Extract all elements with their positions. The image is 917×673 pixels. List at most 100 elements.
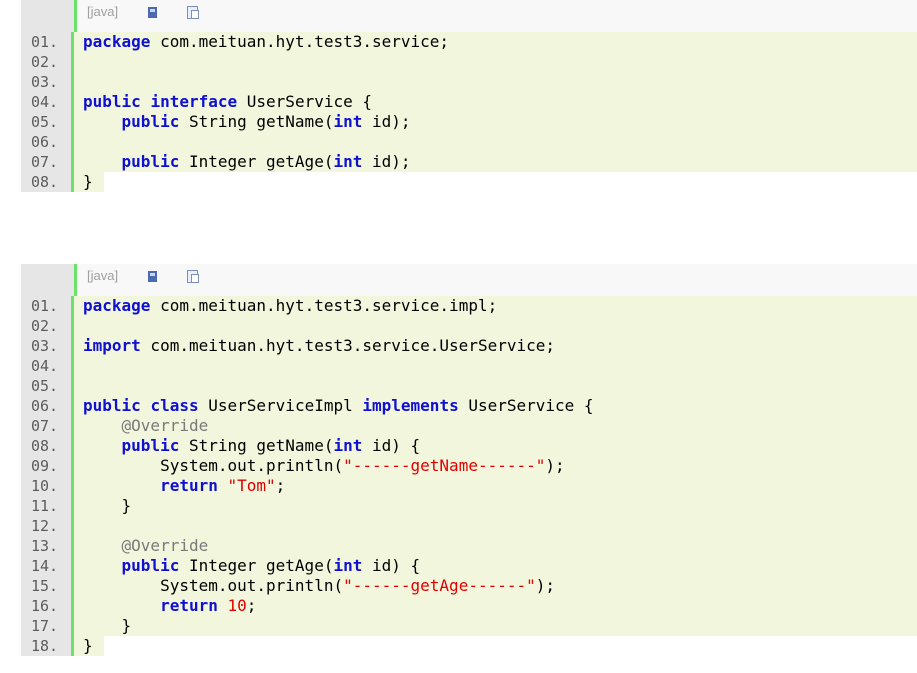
- copy-icon[interactable]: [187, 6, 199, 19]
- code-text: public Integer getAge(int id) {: [74, 556, 917, 576]
- code-token-plain: Integer getAge(: [179, 152, 334, 171]
- line-number: 08.: [21, 436, 74, 456]
- line-number: 07.: [21, 152, 74, 172]
- code-line: 03.: [21, 72, 917, 92]
- code-line: 03. import com.meituan.hyt.test3.service.…: [21, 336, 917, 356]
- language-label: [java]: [87, 268, 119, 283]
- code-token-keyword: public: [121, 556, 180, 575]
- code-token-plain: id) {: [362, 436, 421, 455]
- code-token-keyword: int: [333, 556, 363, 575]
- code-token-plain: UserServiceImpl: [198, 396, 363, 415]
- code-line: 13. @Override: [21, 536, 917, 556]
- copy-icon[interactable]: [187, 270, 199, 283]
- code-line: 16. return 10;: [21, 596, 917, 616]
- code-text: public interface UserService {: [74, 92, 917, 112]
- code-token-string: "Tom": [227, 476, 276, 495]
- code-token-keyword: return: [160, 596, 218, 615]
- line-number: 13.: [21, 536, 74, 556]
- code-token-plain: com.meituan.hyt.test3.service.impl;: [150, 296, 498, 315]
- code-text: [74, 516, 917, 536]
- line-number: 11.: [21, 496, 74, 516]
- code-token-plain: }: [83, 172, 93, 191]
- code-token-plain: id);: [362, 152, 411, 171]
- line-number: 01.: [21, 296, 74, 316]
- code-text: public class UserServiceImpl implements …: [74, 396, 917, 416]
- code-token-plain: String getName(: [179, 112, 334, 131]
- code-token-keyword: implements: [362, 396, 459, 415]
- code-snippet-user-service: [java] 01. package com.meituan.hyt.test3.…: [21, 0, 917, 192]
- code-line: 11. }: [21, 496, 917, 516]
- line-number: 12.: [21, 516, 74, 536]
- code-token-keyword: int: [333, 436, 363, 455]
- code-token-plain: Integer getAge(: [179, 556, 334, 575]
- code-token-plain: com.meituan.hyt.test3.service;: [150, 32, 450, 51]
- code-line: 17. }: [21, 616, 917, 636]
- code-line: 12.: [21, 516, 917, 536]
- code-line: 07. public Integer getAge(int id);: [21, 152, 917, 172]
- code-token-plain: ;: [246, 596, 257, 615]
- code-line: 02.: [21, 52, 917, 72]
- code-text: }: [74, 172, 917, 192]
- code-token-keyword: package: [83, 296, 151, 315]
- code-line: 06.: [21, 132, 917, 152]
- code-text: [74, 316, 917, 336]
- view-source-icon[interactable]: [148, 7, 157, 18]
- line-number: 09.: [21, 456, 74, 476]
- code-text: [74, 376, 917, 396]
- line-number: 10.: [21, 476, 74, 496]
- view-source-icon[interactable]: [148, 271, 157, 282]
- code-line: 08. public String getName(int id) {: [21, 436, 917, 456]
- line-number: 15.: [21, 576, 74, 596]
- code-token-keyword: package: [83, 32, 151, 51]
- line-number: 07.: [21, 416, 74, 436]
- code-token-plain: }: [83, 616, 132, 635]
- code-text: }: [74, 636, 917, 656]
- code-text: }: [74, 496, 917, 516]
- code-token-keyword: int: [333, 152, 363, 171]
- code-token-plain: );: [545, 456, 565, 475]
- code-text: [74, 72, 917, 92]
- code-line: 05.: [21, 376, 917, 396]
- line-number: 16.: [21, 596, 74, 616]
- code-line: 08.}: [21, 172, 917, 192]
- code-text: System.out.println("------getAge------")…: [74, 576, 917, 596]
- code-token-plain: System.out.println(: [83, 576, 344, 595]
- code-token-keyword: public: [83, 92, 141, 111]
- code-line: 15. System.out.println("------getAge----…: [21, 576, 917, 596]
- line-number: 14.: [21, 556, 74, 576]
- code-line: 06. public class UserServiceImpl implemen…: [21, 396, 917, 416]
- line-number: 17.: [21, 616, 74, 636]
- code-token-plain: }: [83, 496, 132, 515]
- code-text: public Integer getAge(int id);: [74, 152, 917, 172]
- line-number: 03.: [21, 336, 74, 356]
- code-text: return "Tom";: [74, 476, 917, 496]
- code-snippet-user-service-impl: [java] 01. package com.meituan.hyt.test3.…: [21, 264, 917, 656]
- line-number: 04.: [21, 92, 74, 112]
- line-number: 02.: [21, 316, 74, 336]
- code-token-annotation: @Override: [121, 416, 209, 435]
- line-number: 04.: [21, 356, 74, 376]
- code-line: 09. System.out.println("------getName---…: [21, 456, 917, 476]
- line-number: 18.: [21, 636, 74, 656]
- code-line: 07. @Override: [21, 416, 917, 436]
- code-line: 14. public Integer getAge(int id) {: [21, 556, 917, 576]
- code-line: 01. package com.meituan.hyt.test3.service…: [21, 32, 917, 52]
- code-token-plain: ;: [275, 476, 286, 495]
- code-text: System.out.println("------getName------"…: [74, 456, 917, 476]
- code-text: [74, 132, 917, 152]
- code-text: return 10;: [74, 596, 917, 616]
- code-token-plain: }: [83, 636, 93, 655]
- code-lines: 01. package com.meituan.hyt.test3.service…: [21, 32, 917, 192]
- code-text: package com.meituan.hyt.test3.service.im…: [74, 296, 917, 316]
- code-text: public String getName(int id);: [74, 112, 917, 132]
- snippet-toolbar: [java]: [21, 264, 917, 296]
- line-number: 03.: [21, 72, 74, 92]
- code-line: 10. return "Tom";: [21, 476, 917, 496]
- toolbar-bar: [77, 264, 917, 296]
